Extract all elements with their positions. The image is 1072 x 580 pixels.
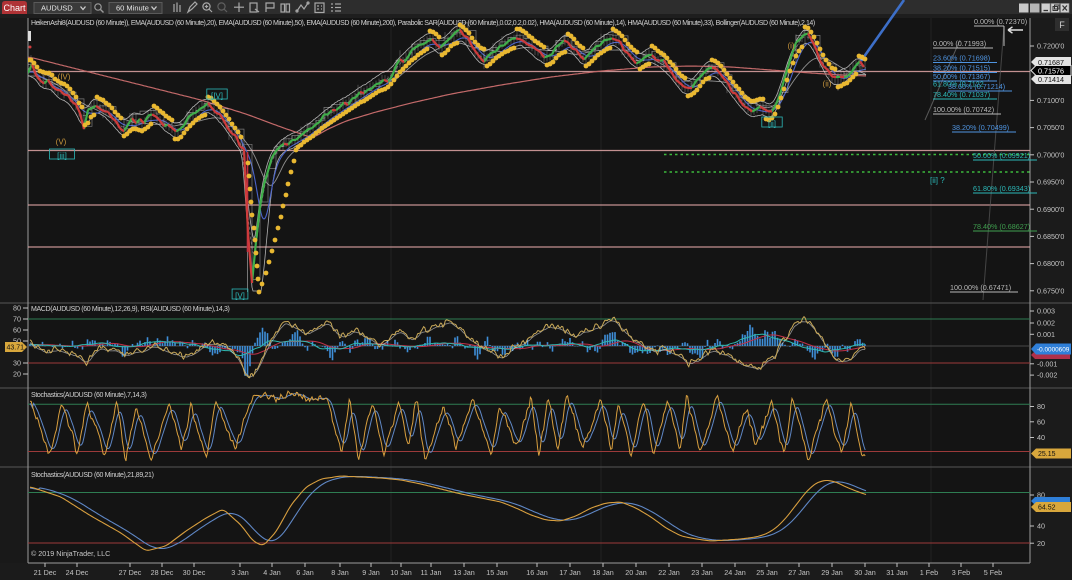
svg-text:[IV]: [IV] bbox=[211, 92, 223, 101]
svg-text:61.80% (0.7122: 61.80% (0.7122 bbox=[933, 80, 984, 89]
svg-text:15 Jan: 15 Jan bbox=[486, 568, 508, 577]
svg-text:1 Feb: 1 Feb bbox=[920, 568, 938, 577]
svg-text:40: 40 bbox=[1037, 522, 1045, 531]
svg-text:0.001: 0.001 bbox=[1037, 330, 1055, 339]
svg-text:60 Minute: 60 Minute bbox=[116, 4, 149, 13]
svg-text:0.6900'0: 0.6900'0 bbox=[1037, 205, 1064, 214]
svg-text:18 Jan: 18 Jan bbox=[592, 568, 614, 577]
svg-text:0.00% (0.71993): 0.00% (0.71993) bbox=[933, 39, 986, 48]
svg-text:0.7100'0: 0.7100'0 bbox=[1037, 96, 1064, 105]
svg-text:0.7200'0: 0.7200'0 bbox=[1037, 42, 1064, 51]
svg-text:© 2019 NinjaTrader, LLC: © 2019 NinjaTrader, LLC bbox=[31, 549, 110, 558]
svg-text:-0.0000609: -0.0000609 bbox=[1037, 347, 1070, 354]
svg-text:10 Jan: 10 Jan bbox=[390, 568, 412, 577]
svg-text:3 Feb: 3 Feb bbox=[952, 568, 970, 577]
svg-text:13 Jan: 13 Jan bbox=[453, 568, 475, 577]
svg-text:4 Jan: 4 Jan bbox=[263, 568, 281, 577]
svg-text:0.71576: 0.71576 bbox=[1038, 66, 1064, 75]
svg-text:22 Jan: 22 Jan bbox=[658, 568, 680, 577]
svg-text:24 Jan: 24 Jan bbox=[724, 568, 746, 577]
svg-text:-0.001: -0.001 bbox=[1037, 359, 1057, 368]
svg-text:100.00% (0.70742): 100.00% (0.70742) bbox=[933, 105, 994, 114]
svg-text:[iii]: [iii] bbox=[57, 152, 67, 161]
svg-text:[ii]: [ii] bbox=[768, 120, 776, 129]
svg-text:5 Feb: 5 Feb bbox=[984, 568, 1002, 577]
svg-text:(IV): (IV) bbox=[58, 73, 71, 82]
svg-text:0.00% (0.72370): 0.00% (0.72370) bbox=[974, 17, 1027, 26]
svg-text:F: F bbox=[1059, 20, 1065, 30]
svg-text:0.6800'0: 0.6800'0 bbox=[1037, 259, 1064, 268]
svg-text:29 Jan: 29 Jan bbox=[821, 568, 843, 577]
svg-text:78.40% (0.68627): 78.40% (0.68627) bbox=[973, 222, 1030, 231]
svg-text:50.00% (0.69921): 50.00% (0.69921) bbox=[973, 151, 1030, 160]
svg-text:28 Dec: 28 Dec bbox=[151, 568, 174, 577]
svg-text:70: 70 bbox=[13, 315, 21, 324]
svg-text:Stochastics(AUDUSD (60 Minute): Stochastics(AUDUSD (60 Minute),21,89,21) bbox=[31, 472, 154, 479]
svg-text:64.52: 64.52 bbox=[1038, 505, 1056, 512]
svg-text:9 Jan: 9 Jan bbox=[362, 568, 380, 577]
svg-text:0.6850'0: 0.6850'0 bbox=[1037, 232, 1064, 241]
svg-text:0.7000'0: 0.7000'0 bbox=[1037, 150, 1064, 159]
svg-text:30: 30 bbox=[13, 359, 21, 368]
svg-text:21 Dec: 21 Dec bbox=[34, 568, 57, 577]
svg-text:20: 20 bbox=[1037, 539, 1045, 548]
svg-text:78.40% (0.71037): 78.40% (0.71037) bbox=[933, 90, 990, 99]
svg-text:HeikenAshi8(AUDUSD (60 Minute): HeikenAshi8(AUDUSD (60 Minute)), EMA(AUD… bbox=[31, 20, 815, 27]
svg-text:8 Jan: 8 Jan bbox=[331, 568, 349, 577]
svg-text:38.20% (0.70499): 38.20% (0.70499) bbox=[952, 123, 1009, 132]
svg-text:100.00% (0.67471): 100.00% (0.67471) bbox=[950, 283, 1011, 292]
svg-text:60: 60 bbox=[1037, 417, 1045, 426]
svg-text:AUDUSD: AUDUSD bbox=[41, 4, 73, 13]
svg-text:80: 80 bbox=[1037, 402, 1045, 411]
svg-text:30 Jan: 30 Jan bbox=[854, 568, 876, 577]
svg-text:6 Jan: 6 Jan bbox=[296, 568, 314, 577]
svg-text:Stochastics(AUDUSD (60 Minute): Stochastics(AUDUSD (60 Minute),7,14,3) bbox=[31, 392, 146, 399]
svg-text:Chart: Chart bbox=[3, 3, 26, 13]
svg-text:20 Jan: 20 Jan bbox=[625, 568, 647, 577]
svg-text:(i): (i) bbox=[787, 42, 794, 51]
svg-text:40: 40 bbox=[1037, 433, 1045, 442]
svg-text:25.15: 25.15 bbox=[1038, 451, 1056, 458]
svg-text:23.60% (0.71698): 23.60% (0.71698) bbox=[933, 54, 990, 63]
svg-text:27 Dec: 27 Dec bbox=[119, 568, 142, 577]
svg-text:20: 20 bbox=[13, 370, 21, 379]
svg-text:16 Jan: 16 Jan bbox=[526, 568, 548, 577]
svg-text:[V]: [V] bbox=[235, 292, 245, 301]
svg-text:30 Dec: 30 Dec bbox=[183, 568, 206, 577]
svg-text:25 Jan: 25 Jan bbox=[756, 568, 778, 577]
svg-text:-0.002: -0.002 bbox=[1037, 371, 1057, 380]
svg-text:43.71: 43.71 bbox=[7, 345, 25, 352]
svg-text:17 Jan: 17 Jan bbox=[559, 568, 581, 577]
svg-text:[ii] ?: [ii] ? bbox=[930, 176, 945, 185]
svg-text:(ii): (ii) bbox=[823, 80, 832, 89]
svg-text:0.6750'0: 0.6750'0 bbox=[1037, 286, 1064, 295]
svg-text:23 Jan: 23 Jan bbox=[691, 568, 713, 577]
svg-text:80: 80 bbox=[13, 304, 21, 313]
svg-text:0.6950'0: 0.6950'0 bbox=[1037, 178, 1064, 187]
svg-text:61.80% (0.69343): 61.80% (0.69343) bbox=[973, 184, 1030, 193]
svg-text:0.71414: 0.71414 bbox=[1038, 75, 1064, 84]
svg-text:0.002: 0.002 bbox=[1037, 319, 1055, 328]
svg-text:27 Jan: 27 Jan bbox=[788, 568, 810, 577]
svg-text:MACD(AUDUSD (60 Minute),12,26,: MACD(AUDUSD (60 Minute),12,26,9), RSI(AU… bbox=[31, 306, 229, 313]
svg-text:60: 60 bbox=[13, 326, 21, 335]
svg-text:31 Jan: 31 Jan bbox=[886, 568, 908, 577]
svg-text:(V): (V) bbox=[56, 138, 67, 147]
svg-text:24 Dec: 24 Dec bbox=[66, 568, 89, 577]
svg-text:3 Jan: 3 Jan bbox=[231, 568, 249, 577]
svg-text:0.003: 0.003 bbox=[1037, 307, 1055, 316]
svg-text:11 Jan: 11 Jan bbox=[420, 568, 441, 577]
svg-text:0.7050'0: 0.7050'0 bbox=[1037, 123, 1064, 132]
